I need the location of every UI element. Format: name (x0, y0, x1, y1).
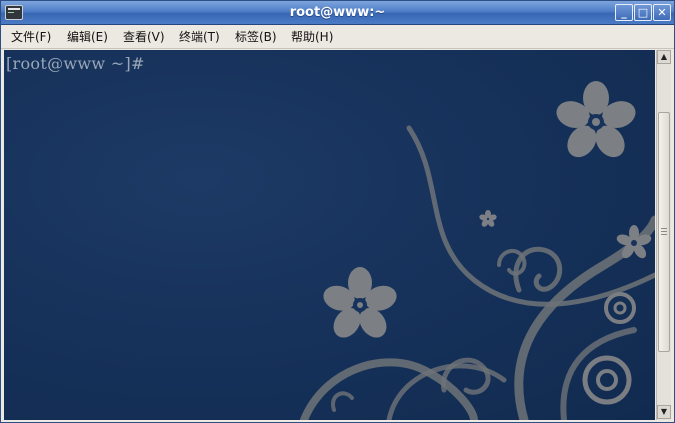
menu-edit[interactable]: 编辑(E) (67, 25, 108, 49)
menu-help[interactable]: 帮助(H) (291, 25, 333, 49)
terminal-area[interactable]: [root@www ~]# (4, 50, 655, 420)
grip-line (661, 231, 667, 232)
grip-line (661, 234, 667, 235)
vertical-scrollbar[interactable]: ▲ ▼ (656, 50, 671, 420)
scroll-down-arrow-icon[interactable]: ▼ (657, 405, 671, 419)
scroll-up-arrow-icon[interactable]: ▲ (657, 50, 671, 64)
menu-bar: 文件(F) 编辑(E) 查看(V) 终端(T) 标签(B) 帮助(H) (1, 25, 674, 49)
terminal-window: root@www:~ _ □ ✕ 文件(F) 编辑(E) 查看(V) 终端(T)… (0, 0, 675, 423)
minimize-button[interactable]: _ (615, 4, 633, 21)
floral-wallpaper (300, 81, 655, 420)
menu-file[interactable]: 文件(F) (11, 25, 51, 49)
close-button[interactable]: ✕ (653, 4, 671, 21)
scroll-thumb[interactable] (658, 112, 670, 352)
menu-tabs[interactable]: 标签(B) (235, 25, 277, 49)
shell-prompt[interactable]: [root@www ~]# (6, 54, 145, 73)
title-bar[interactable]: root@www:~ _ □ ✕ (1, 1, 674, 25)
maximize-button[interactable]: □ (634, 4, 652, 21)
menu-view[interactable]: 查看(V) (123, 25, 165, 49)
window-title: root@www:~ (289, 5, 386, 20)
menu-terminal[interactable]: 终端(T) (179, 25, 220, 49)
grip-line (661, 228, 667, 229)
